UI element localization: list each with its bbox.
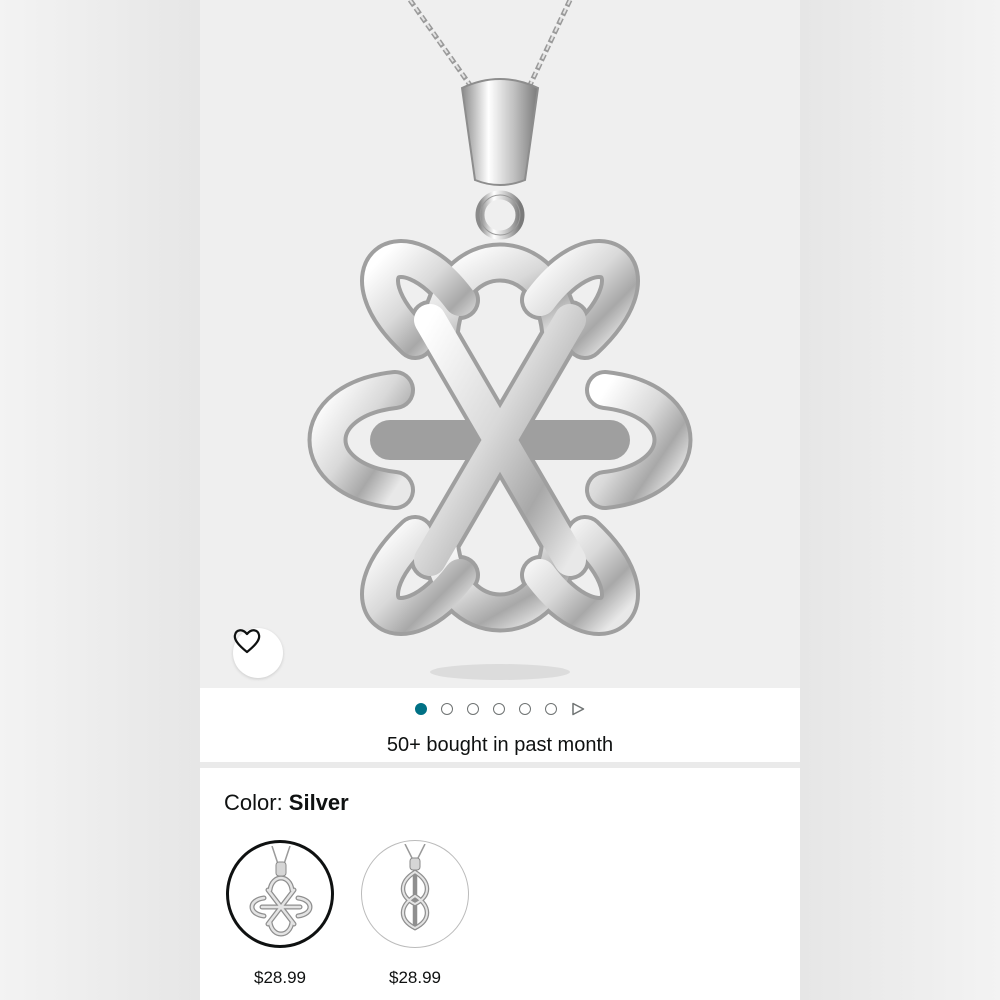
wishlist-button[interactable]: [233, 628, 283, 678]
carousel-dots: [200, 700, 800, 718]
color-swatch-infinity-knot[interactable]: [361, 840, 469, 948]
infinity-knot-thumbnail: [400, 844, 430, 931]
bought-in-past-month-text: 50+ bought in past month: [386, 734, 614, 756]
background-right: [800, 0, 1000, 1000]
pendant-illustration: [307, 0, 693, 680]
carousel-dot-3[interactable]: [467, 703, 479, 715]
selected-color-value: Silver: [288, 790, 349, 815]
product-image[interactable]: [200, 0, 800, 688]
carousel-dot-1[interactable]: [415, 703, 427, 715]
carousel-dot-2[interactable]: [441, 703, 453, 715]
color-swatch-celtic-knot[interactable]: [226, 840, 334, 948]
color-label-prefix: Color:: [224, 790, 289, 815]
color-selection-label: Color: Silver: [224, 790, 349, 816]
background-left: [0, 0, 200, 1000]
variant-price: $28.99: [389, 968, 441, 987]
play-video-icon[interactable]: [571, 702, 585, 716]
product-detail-page: 50+ bought in past month Color: Silver $…: [200, 0, 800, 1000]
celtic-knot-thumbnail: [249, 846, 313, 937]
carousel-dot-5[interactable]: [519, 703, 531, 715]
carousel-indicator-area: 50+ bought in past month: [200, 688, 800, 762]
color-variant-section: Color: Silver $28.99 $28.99: [200, 768, 800, 1000]
variant-price: $28.99: [254, 968, 306, 987]
carousel-dot-6[interactable]: [545, 703, 557, 715]
heart-outline-icon: [233, 629, 261, 654]
carousel-dot-4[interactable]: [493, 703, 505, 715]
